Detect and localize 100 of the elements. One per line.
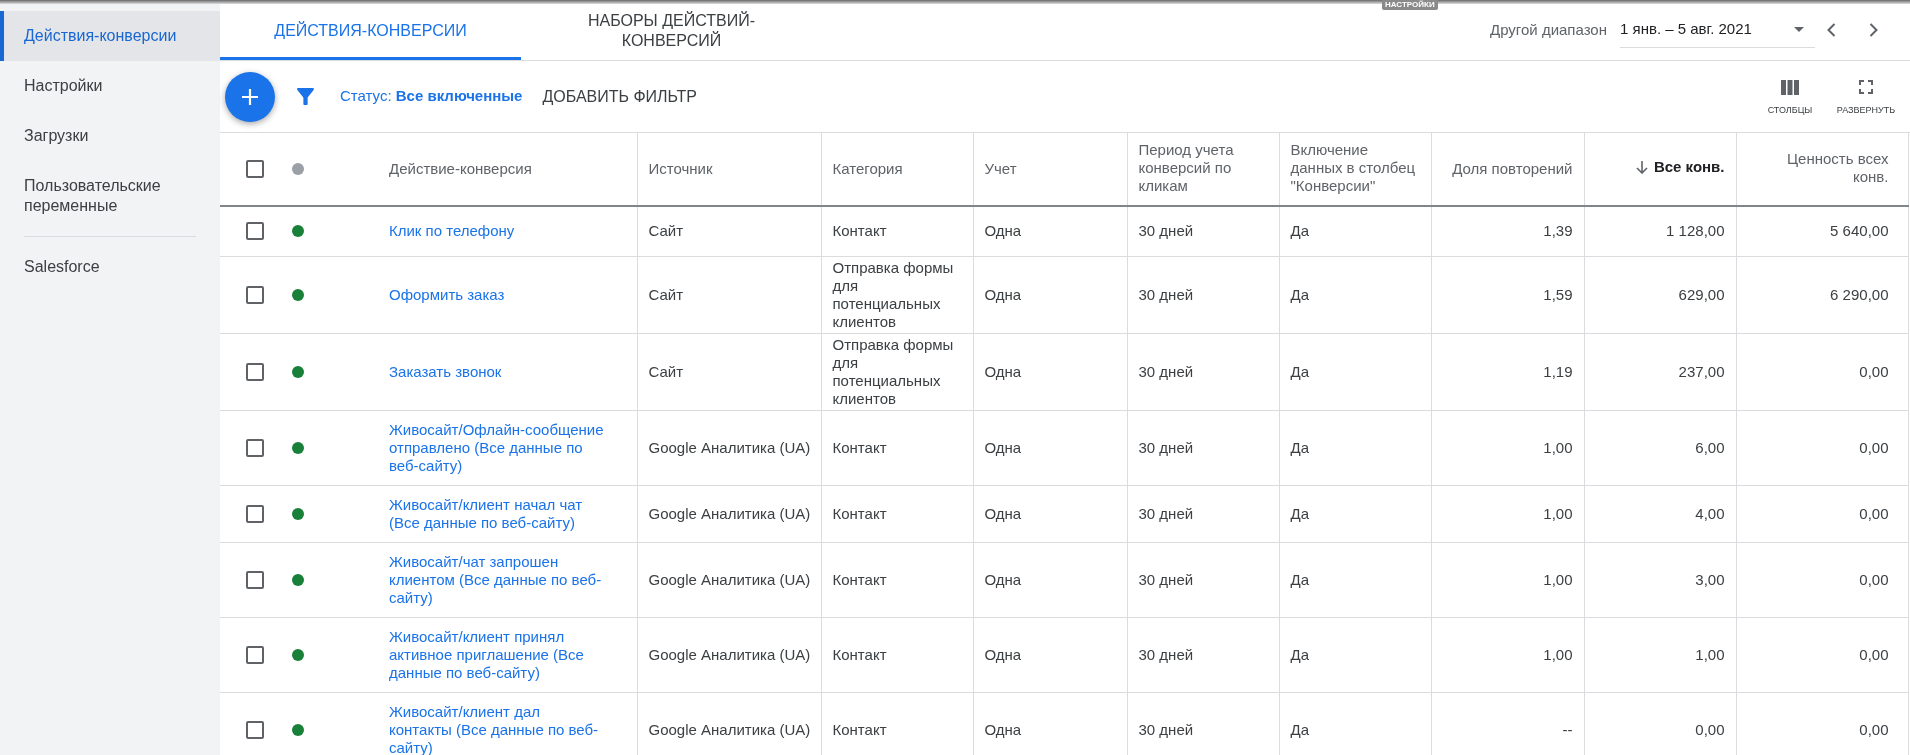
add-filter-button[interactable]: ДОБАВИТЬ ФИЛЬТР	[540, 78, 699, 115]
table-cell: 5 640,00	[1736, 206, 1908, 256]
checkbox[interactable]	[246, 222, 264, 241]
table-cell: Контакт	[821, 692, 973, 755]
table-cell: --	[1431, 692, 1584, 755]
table-cell: 0,00	[1584, 692, 1736, 755]
checkbox[interactable]	[246, 285, 264, 304]
table-cell: Одна	[973, 485, 1127, 542]
table-cell: Одна	[973, 692, 1127, 755]
conversion-link[interactable]: Живосайт/клиент дал контакты (Все данные по веб-сайту)	[389, 702, 604, 755]
column-header[interactable]: Доля повторений	[1452, 159, 1573, 178]
filter-icon[interactable]	[297, 88, 314, 105]
table-cell: Да	[1279, 542, 1431, 617]
checkbox[interactable]	[246, 160, 264, 178]
table-cell: 629,00	[1584, 256, 1736, 333]
table-cell: 1,00	[1431, 617, 1584, 692]
table-cell: Одна	[973, 256, 1127, 333]
table-cell: 4,00	[1584, 485, 1736, 542]
table-cell: Да	[1279, 206, 1431, 256]
table-cell: 30 дней	[1127, 617, 1279, 692]
column-header[interactable]: Учет	[984, 159, 1017, 178]
table-cell: 3,00	[1584, 542, 1736, 617]
conversion-link[interactable]: Заказать звонок	[389, 362, 604, 381]
table-cell: Отправка формы для потенциальных клиентов	[821, 333, 973, 410]
table-cell: 0,00	[1736, 333, 1908, 410]
table-cell: 1,00	[1431, 542, 1584, 617]
table-cell: Контакт	[821, 485, 973, 542]
table-cell: 30 дней	[1127, 542, 1279, 617]
sidebar-item[interactable]: Пользовательские переменные	[0, 161, 220, 231]
table-cell: Да	[1279, 692, 1431, 755]
sidebar-item[interactable]: Salesforce	[0, 242, 220, 292]
checkbox[interactable]	[246, 504, 264, 523]
checkbox[interactable]	[246, 720, 264, 739]
table-cell: Сайт	[637, 256, 821, 333]
table-cell: Сайт	[637, 333, 821, 410]
table-cell: Сайт	[637, 206, 821, 256]
table-cell: Контакт	[821, 542, 973, 617]
caret-down-icon	[1794, 27, 1804, 32]
conversion-link[interactable]: Оформить заказ	[389, 285, 604, 304]
conversion-link[interactable]: Клик по телефону	[389, 222, 604, 241]
conversion-link[interactable]: Живосайт/Офлайн-сообщение отправлено (Все данные по веб-сайту)	[389, 420, 604, 475]
table-cell: 30 дней	[1127, 485, 1279, 542]
table-cell: Да	[1279, 410, 1431, 485]
table-cell: 0,00	[1736, 617, 1908, 692]
table-cell: Да	[1279, 256, 1431, 333]
checkbox[interactable]	[246, 362, 264, 381]
conversion-link[interactable]: Живосайт/клиент принял активное приглашение (Все данные по веб-сайту)	[389, 627, 604, 682]
table-cell: 0,00	[1736, 542, 1908, 617]
table-cell: 0,00	[1736, 692, 1908, 755]
plus-icon	[242, 88, 258, 105]
column-header[interactable]: Источник	[648, 159, 713, 178]
sidebar-item[interactable]: Действия-конверсии	[0, 11, 220, 61]
column-header[interactable]: Действие-конверсия	[389, 159, 532, 178]
expand-button[interactable]: РАЗВЕРНУТЬ	[1831, 79, 1901, 115]
table-cell: 30 дней	[1127, 692, 1279, 755]
column-header[interactable]: Период учета конверсий по кликам	[1138, 140, 1268, 195]
table-cell: 1,59	[1431, 256, 1584, 333]
column-header[interactable]: Включение данных в столбец "Конверсии"	[1290, 140, 1420, 195]
table-cell: 6,00	[1584, 410, 1736, 485]
checkbox[interactable]	[246, 570, 264, 589]
table-cell: Одна	[973, 617, 1127, 692]
table-cell: 237,00	[1584, 333, 1736, 410]
conversion-link[interactable]: Живосайт/клиент начал чат (Все данные по веб-сайту)	[389, 495, 604, 532]
conversion-link[interactable]: Живосайт/чат запрошен клиентом (Все данные по веб-сайту)	[389, 552, 604, 607]
table-cell: Отправка формы для потенциальных клиентов	[821, 256, 973, 333]
hint-label: НАСТРОЙКИ	[1382, 0, 1438, 10]
columns-button[interactable]: СТОЛБЦЫ	[1755, 79, 1825, 115]
tab[interactable]: НАБОРЫ ДЕЙСТВИЙ-КОНВЕРСИЙ	[521, 4, 822, 60]
table-cell: 1 128,00	[1584, 206, 1736, 256]
table-cell: Google Аналитика (UA)	[637, 485, 821, 542]
table-cell: Да	[1279, 333, 1431, 410]
column-header[interactable]: Категория	[832, 159, 903, 178]
table-cell: Да	[1279, 485, 1431, 542]
table-cell: Да	[1279, 617, 1431, 692]
table-cell: Google Аналитика (UA)	[637, 542, 821, 617]
table-cell: 0,00	[1736, 485, 1908, 542]
tab[interactable]: ДЕЙСТВИЯ-КОНВЕРСИИ	[220, 4, 521, 60]
table-cell: 1,19	[1431, 333, 1584, 410]
sidebar-item[interactable]: Настройки	[0, 61, 220, 111]
table-cell: 6 290,00	[1736, 256, 1908, 333]
table-cell: Одна	[973, 333, 1127, 410]
table-cell: 1,00	[1584, 617, 1736, 692]
fullscreen-icon	[1859, 80, 1873, 94]
table-cell: Контакт	[821, 410, 973, 485]
sidebar-item[interactable]: Загрузки	[0, 111, 220, 161]
date-range-dropdown[interactable]: 1 янв. – 5 авг. 2021	[1620, 12, 1815, 48]
checkbox[interactable]	[246, 438, 264, 457]
add-button[interactable]	[225, 71, 275, 122]
table-cell: Одна	[973, 206, 1127, 256]
column-header[interactable]: Все конв.	[1635, 158, 1725, 177]
table-cell: 30 дней	[1127, 333, 1279, 410]
table-cell: Google Аналитика (UA)	[637, 617, 821, 692]
table-cell: 0,00	[1736, 410, 1908, 485]
status-filter[interactable]: Статус: Все включенные	[340, 85, 523, 108]
table-cell: Одна	[973, 410, 1127, 485]
table-cell: Одна	[973, 542, 1127, 617]
checkbox[interactable]	[246, 645, 264, 664]
chevron-right-icon	[1868, 23, 1878, 37]
table-cell: 1,00	[1431, 410, 1584, 485]
date-range-label: Другой диапазон	[1490, 19, 1607, 40]
